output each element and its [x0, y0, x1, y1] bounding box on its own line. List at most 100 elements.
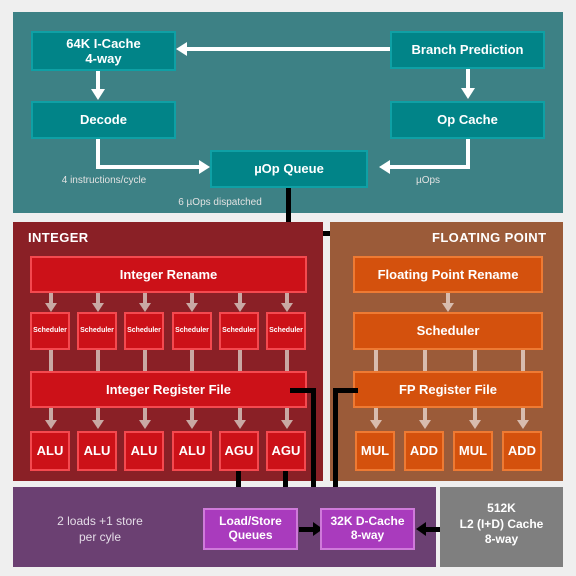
integer-unit-alu-3[interactable]: ALU: [172, 431, 212, 471]
fp-scheduler-label: Scheduler: [416, 323, 480, 339]
arrow-decode-to-uopq-horz: [96, 165, 200, 169]
fp-rf-unit-arrow-3: [517, 420, 529, 429]
fp-sched-rf-line-0: [374, 350, 378, 371]
integer-rename-sched-arrow-2: [139, 303, 151, 312]
integer-sched-rf-line-3: [190, 350, 194, 371]
dispatch-label: 6 µOps dispatched: [178, 197, 262, 208]
fp-rf-unit-arrow-0: [370, 420, 382, 429]
fp-sched-rf-line-2: [473, 350, 477, 371]
fp-rename-sched-arrow: [442, 303, 454, 312]
fp-sched-rf-line-3: [521, 350, 525, 371]
arrow-opcache-to-uopq-vert: [466, 139, 470, 168]
lsq-to-dcache-line: [299, 527, 314, 532]
op-cache-label: Op Cache: [437, 112, 498, 128]
integer-rename-block[interactable]: Integer Rename: [30, 256, 307, 293]
lsq-label-line1: Load/Store: [219, 514, 282, 529]
integer-scheduler-1[interactable]: Scheduler: [77, 312, 117, 350]
integer-rf-unit-arrow-2: [139, 420, 151, 429]
arrow-decode-to-uopq-head: [199, 160, 210, 174]
arrow-opcache-to-uopq-horz: [390, 165, 470, 169]
integer-rename-sched-arrow-5: [281, 303, 293, 312]
arrow-decode-to-uopq-vert: [96, 139, 100, 168]
dcache-block[interactable]: 32K D-Cache 8-way: [320, 508, 415, 550]
integer-scheduler-3[interactable]: Scheduler: [172, 312, 212, 350]
uop-queue-block[interactable]: µOp Queue: [210, 150, 368, 188]
integer-sched-rf-line-0: [49, 350, 53, 371]
fp-register-file-label: FP Register File: [398, 381, 497, 397]
arrow-icache-to-decode-head: [91, 89, 105, 100]
decode-label: Decode: [80, 112, 127, 128]
integer-scheduler-5[interactable]: Scheduler: [266, 312, 306, 350]
l2-label-line2: L2 (I+D) Cache: [459, 516, 544, 531]
fp-sched-rf-line-1: [423, 350, 427, 371]
integer-rf-unit-arrow-0: [45, 420, 57, 429]
integer-unit-alu-0[interactable]: ALU: [30, 431, 70, 471]
floating-point-section-title: FLOATING POINT: [432, 230, 547, 245]
integer-register-file-label: Integer Register File: [106, 381, 231, 397]
arrow-branch-to-opcache-head: [461, 88, 475, 99]
integer-scheduler-2[interactable]: Scheduler: [124, 312, 164, 350]
l2-cache-panel[interactable]: 512K L2 (I+D) Cache 8-way: [440, 487, 563, 567]
integer-rf-unit-arrow-1: [92, 420, 104, 429]
integer-unit-agu-1[interactable]: AGU: [266, 431, 306, 471]
integer-rename-sched-arrow-0: [45, 303, 57, 312]
integer-unit-alu-2[interactable]: ALU: [124, 431, 164, 471]
l2-label-line3: 8-way: [484, 532, 519, 547]
icache-label-line2: 4-way: [85, 51, 122, 66]
uop-queue-label: µOp Queue: [254, 161, 324, 177]
arrow-icache-to-decode-line: [96, 71, 100, 90]
fp-register-file-block[interactable]: FP Register File: [353, 371, 543, 408]
integer-rf-unit-arrow-4: [234, 420, 246, 429]
l2-label-line1: 512K: [487, 501, 516, 515]
uops-label: µOps: [415, 175, 441, 186]
load-store-queues-block[interactable]: Load/Store Queues: [203, 508, 298, 550]
decode-rate-label: 4 instructions/cycle: [61, 175, 147, 186]
fp-rename-label: Floating Point Rename: [377, 266, 519, 282]
integer-rename-sched-arrow-3: [186, 303, 198, 312]
integer-unit-alu-1[interactable]: ALU: [77, 431, 117, 471]
arrow-branch-to-opcache-line: [466, 69, 470, 89]
integer-sched-rf-line-1: [96, 350, 100, 371]
integer-sched-rf-line-4: [238, 350, 242, 371]
integer-register-file-block[interactable]: Integer Register File: [30, 371, 307, 408]
arrow-branch-to-icache-head: [176, 42, 187, 56]
l2-cache-label: 512K L2 (I+D) Cache 8-way: [440, 501, 563, 548]
fp-unit-add-0[interactable]: ADD: [404, 431, 444, 471]
integer-sched-rf-line-2: [143, 350, 147, 371]
integer-scheduler-0[interactable]: Scheduler: [30, 312, 70, 350]
integer-section-title: INTEGER: [28, 230, 89, 245]
dcache-label-line2: 8-way: [350, 528, 385, 542]
integer-rename-sched-arrow-1: [92, 303, 104, 312]
diagram-canvas: 64K I-Cache 4-way Decode Branch Predicti…: [0, 0, 576, 576]
fp-scheduler-block[interactable]: Scheduler: [353, 312, 543, 350]
int-rf-to-dcache-vert: [311, 388, 316, 501]
branch-prediction-block[interactable]: Branch Prediction: [390, 31, 545, 69]
memory-note: 2 loads +1 store per cyle: [30, 513, 170, 545]
op-cache-block[interactable]: Op Cache: [390, 101, 545, 139]
decode-block[interactable]: Decode: [31, 101, 176, 139]
icache-block[interactable]: 64K I-Cache 4-way: [31, 31, 176, 71]
fp-rf-unit-arrow-2: [469, 420, 481, 429]
branch-prediction-label: Branch Prediction: [411, 42, 524, 58]
integer-scheduler-4[interactable]: Scheduler: [219, 312, 259, 350]
fp-unit-add-1[interactable]: ADD: [502, 431, 542, 471]
arrow-branch-to-icache-line: [187, 47, 390, 51]
lsq-label-line2: Queues: [228, 528, 273, 542]
memory-note-line2: per cyle: [78, 530, 122, 545]
integer-unit-agu-0[interactable]: AGU: [219, 431, 259, 471]
fp-rf-to-dcache-vert: [333, 388, 338, 501]
integer-rename-sched-arrow-4: [234, 303, 246, 312]
arrow-opcache-to-uopq-head: [379, 160, 390, 174]
dcache-l2-arrow-left: [416, 522, 426, 536]
icache-label-line1: 64K I-Cache: [66, 35, 141, 51]
integer-rf-unit-arrow-3: [186, 420, 198, 429]
fp-unit-mul-0[interactable]: MUL: [355, 431, 395, 471]
dcache-label-line1: 32K D-Cache: [330, 514, 405, 529]
integer-sched-rf-line-5: [285, 350, 289, 371]
memory-note-line1: 2 loads +1 store: [57, 514, 143, 528]
integer-rf-unit-arrow-5: [281, 420, 293, 429]
integer-rename-label: Integer Rename: [119, 266, 218, 282]
fp-rf-unit-arrow-1: [419, 420, 431, 429]
fp-rename-block[interactable]: Floating Point Rename: [353, 256, 543, 293]
fp-unit-mul-1[interactable]: MUL: [453, 431, 493, 471]
